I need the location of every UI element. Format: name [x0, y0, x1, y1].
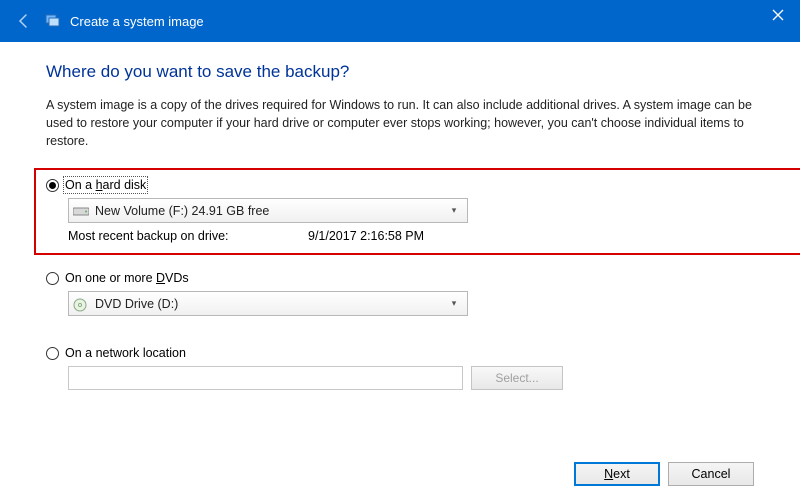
dvd-dropdown-value: DVD Drive (D:) — [95, 297, 445, 311]
radio-network-label: On a network location — [65, 346, 186, 360]
drive-icon — [73, 205, 89, 217]
meta-label: Most recent backup on drive: — [68, 229, 308, 243]
dvd-dropdown[interactable]: DVD Drive (D:) ▾ — [68, 291, 468, 316]
select-network-button[interactable]: Select... — [471, 366, 563, 390]
radio-network[interactable]: On a network location — [46, 346, 754, 360]
back-arrow-icon — [14, 11, 34, 31]
meta-value: 9/1/2017 2:16:58 PM — [308, 229, 424, 243]
close-button[interactable] — [755, 0, 800, 30]
titlebar: Create a system image — [0, 0, 800, 42]
system-image-icon — [44, 12, 62, 30]
option-hard-disk-group: On a hard disk New Volume (F:) 24.91 GB … — [34, 168, 800, 255]
page-heading: Where do you want to save the backup? — [46, 62, 754, 82]
option-network-group: On a network location Select... — [46, 346, 754, 390]
page-description: A system image is a copy of the drives r… — [46, 96, 754, 150]
chevron-down-icon: ▾ — [445, 298, 463, 309]
radio-hard-disk-label: On a hard disk — [65, 178, 146, 192]
radio-icon — [46, 179, 59, 192]
hard-disk-dropdown[interactable]: New Volume (F:) 24.91 GB free ▾ — [68, 198, 468, 223]
radio-hard-disk[interactable]: On a hard disk — [46, 178, 800, 192]
radio-icon — [46, 272, 59, 285]
network-location-input[interactable] — [68, 366, 463, 390]
radio-dvds[interactable]: On one or more DVDs — [46, 271, 754, 285]
wizard-body: Where do you want to save the backup? A … — [0, 42, 800, 390]
hard-disk-dropdown-value: New Volume (F:) 24.91 GB free — [95, 204, 445, 218]
disc-icon — [73, 298, 89, 310]
chevron-down-icon: ▾ — [445, 205, 463, 216]
radio-dvds-label: On one or more DVDs — [65, 271, 189, 285]
option-dvds-group: On one or more DVDs DVD Drive (D:) ▾ — [46, 271, 754, 316]
radio-icon — [46, 347, 59, 360]
window-title: Create a system image — [70, 14, 204, 29]
cancel-button[interactable]: Cancel — [668, 462, 754, 486]
hard-disk-meta: Most recent backup on drive: 9/1/2017 2:… — [68, 229, 800, 243]
wizard-footer: Next Cancel — [574, 462, 754, 486]
next-button[interactable]: Next — [574, 462, 660, 486]
